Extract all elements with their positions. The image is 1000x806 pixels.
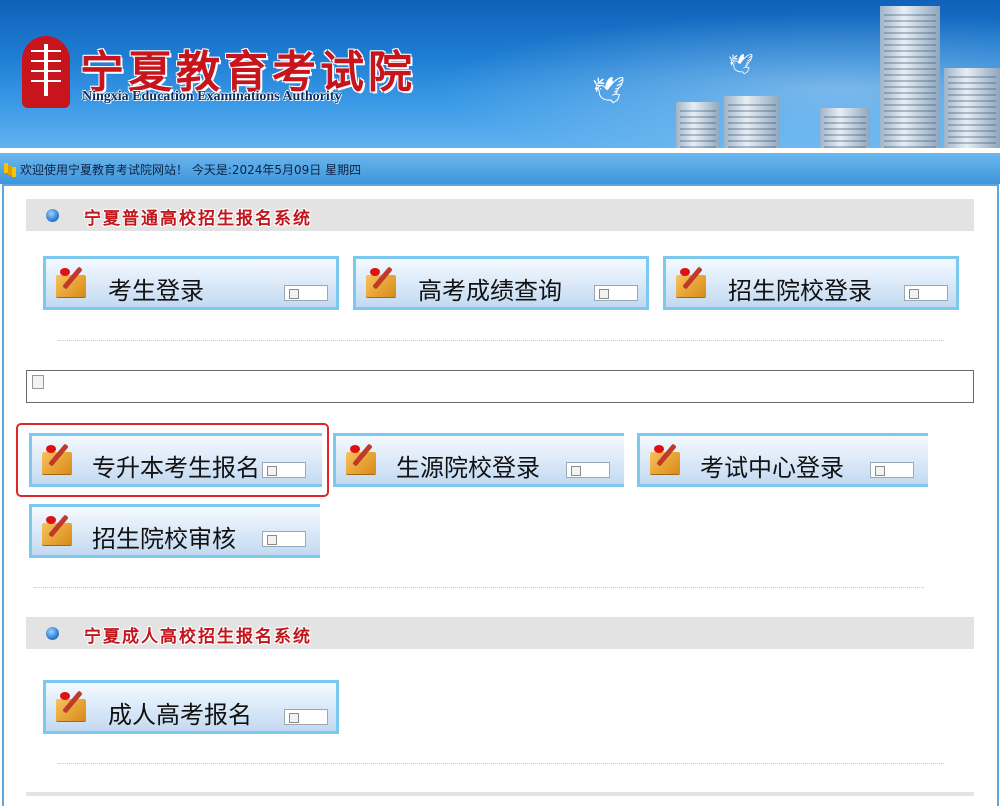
- edit-folder-icon: [676, 266, 710, 297]
- edit-folder-icon: [346, 443, 380, 474]
- welcome-bar: 欢迎使用宁夏教育考试院网站！ 今天是:2024年5月09日 星期四: [0, 153, 1000, 184]
- edit-folder-icon: [42, 514, 76, 545]
- welcome-text: 欢迎使用宁夏教育考试院网站！ 今天是:2024年5月09日 星期四: [20, 163, 362, 177]
- button-label: 考生登录: [108, 277, 204, 305]
- building-graphic: [944, 68, 1000, 148]
- college-review-button[interactable]: 招生院校审核: [29, 504, 320, 558]
- section-title: 宁夏成人高校招生报名系统: [84, 627, 312, 647]
- divider: [58, 763, 944, 764]
- candidate-login-button[interactable]: 考生登录: [43, 256, 339, 310]
- broken-image-icon: [284, 709, 328, 725]
- edit-folder-icon: [366, 266, 400, 297]
- divider: [34, 587, 924, 588]
- bullet-icon: [46, 627, 59, 640]
- college-login-button[interactable]: 招生院校登录: [663, 256, 959, 310]
- upgrade-registration-button[interactable]: 专升本考生报名: [29, 433, 322, 487]
- building-graphic: [676, 102, 720, 148]
- button-label: 生源院校登录: [396, 454, 540, 482]
- edit-folder-icon: [42, 443, 76, 474]
- dove-icon: 🕊: [728, 52, 754, 76]
- broken-image-icon: [566, 462, 610, 478]
- logo-seal-icon: [22, 36, 70, 108]
- section-title: 宁夏普通高校招生报名系统: [84, 209, 312, 229]
- section-header-regular: 宁夏普通高校招生报名系统: [26, 199, 974, 231]
- banner-image-placeholder[interactable]: [26, 370, 974, 403]
- broken-image-icon: [32, 375, 44, 389]
- edit-folder-icon: [56, 266, 90, 297]
- edit-folder-icon: [56, 690, 90, 721]
- button-label: 招生院校审核: [92, 525, 236, 553]
- broken-image-icon: [262, 531, 306, 547]
- button-label: 专升本考生报名: [92, 454, 260, 482]
- button-label: 成人高考报名: [108, 701, 252, 729]
- source-school-login-button[interactable]: 生源院校登录: [333, 433, 624, 487]
- site-title-en: Ningxia Education Examinations Authority: [82, 89, 342, 104]
- broken-image-icon: [262, 462, 306, 478]
- section-header-adult: 宁夏成人高校招生报名系统: [26, 617, 974, 649]
- bullet-icon: [46, 209, 59, 222]
- building-graphic: [820, 108, 870, 148]
- score-query-button[interactable]: 高考成绩查询: [353, 256, 649, 310]
- exam-center-login-button[interactable]: 考试中心登录: [637, 433, 928, 487]
- adult-exam-registration-button[interactable]: 成人高考报名: [43, 680, 339, 734]
- broken-image-icon: [870, 462, 914, 478]
- building-graphic: [724, 96, 780, 148]
- edit-folder-icon: [650, 443, 684, 474]
- broken-image-icon: [904, 285, 948, 301]
- button-label: 招生院校登录: [728, 277, 872, 305]
- header-banner: 宁夏教育考试院 Ningxia Education Examinations A…: [0, 0, 1000, 148]
- broken-image-icon: [594, 285, 638, 301]
- dove-icon: 🕊: [592, 76, 626, 106]
- building-graphic: [880, 6, 940, 148]
- broken-image-icon: [284, 285, 328, 301]
- signal-icon: [4, 163, 16, 173]
- section-header-partial: [26, 792, 974, 796]
- divider: [58, 340, 944, 341]
- button-label: 高考成绩查询: [418, 277, 562, 305]
- button-label: 考试中心登录: [700, 454, 844, 482]
